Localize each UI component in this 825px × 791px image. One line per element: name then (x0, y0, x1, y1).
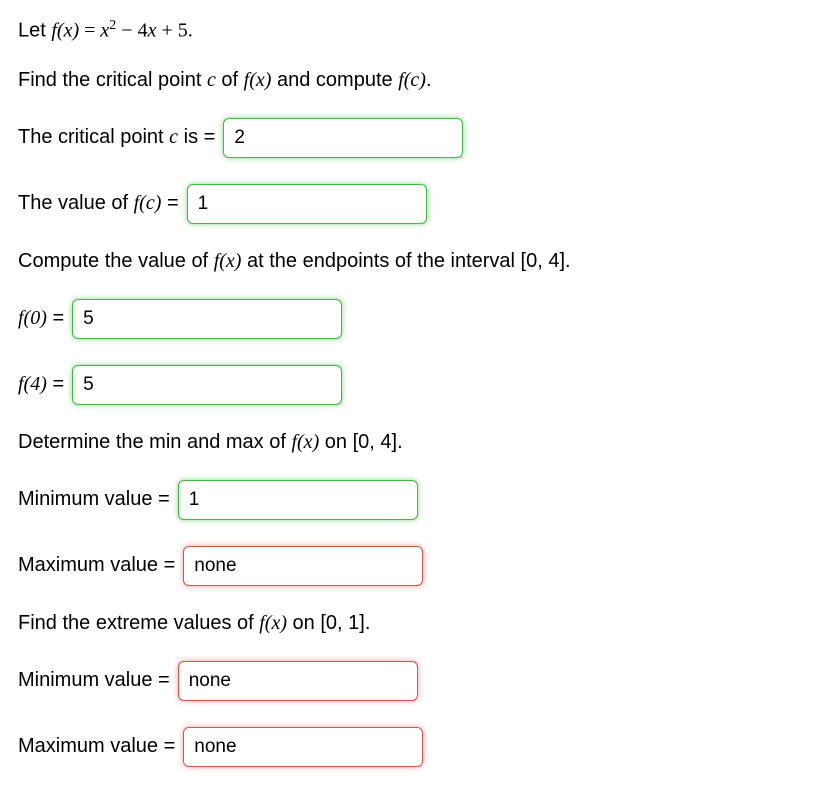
t: on (287, 612, 320, 634)
t: . (397, 431, 403, 453)
x: x (100, 20, 109, 42)
t: Find the critical point (18, 69, 207, 91)
interval: [0, 1] (320, 612, 364, 634)
t: . (365, 612, 371, 634)
t: Find the extreme values of (18, 612, 259, 634)
label: The value of (18, 192, 134, 214)
label: Minimum value = (18, 488, 170, 511)
fx: f(x) (214, 250, 242, 272)
interval: [0, 4] (353, 431, 397, 453)
f4-label: f(4) (18, 373, 47, 395)
row-fc: The value of f(c) = (18, 184, 807, 224)
fx: f(x) (291, 431, 319, 453)
label: = (161, 192, 178, 214)
t: and compute (271, 69, 398, 91)
row-critical-point: The critical point c is = (18, 118, 807, 158)
row-f4: f(4) = (18, 365, 807, 405)
prompt-minmax-04: Determine the min and max of f(x) on [0,… (18, 431, 807, 454)
label: is = (178, 126, 215, 148)
eq: = (47, 307, 64, 329)
t: . (426, 69, 432, 91)
interval: [0, 4] (521, 250, 565, 272)
fx: f(x) (244, 69, 272, 91)
label: The critical point (18, 126, 169, 148)
row-f0: f(0) = (18, 299, 807, 339)
min-04-input[interactable] (178, 480, 418, 520)
t: . (565, 250, 571, 272)
fc: f(c) (134, 192, 162, 214)
critical-point-input[interactable] (223, 118, 463, 158)
function-definition: Let f(x) = x2 − 4x + 5. (18, 18, 807, 43)
t: of (216, 69, 244, 91)
f0-input[interactable] (72, 299, 342, 339)
fx: f(x) (259, 612, 287, 634)
t: on (319, 431, 352, 453)
fc: f(c) (398, 69, 426, 91)
fc-input[interactable] (187, 184, 427, 224)
f4-input[interactable] (72, 365, 342, 405)
prompt-endpoints: Compute the value of f(x) at the endpoin… (18, 250, 807, 273)
t: at the endpoints of the interval (241, 250, 520, 272)
row-min-01: Minimum value = (18, 661, 807, 701)
prompt-extreme-01: Find the extreme values of f(x) on [0, 1… (18, 612, 807, 635)
prompt-critical: Find the critical point c of f(x) and co… (18, 69, 807, 92)
row-max-01: Maximum value = (18, 727, 807, 767)
plus5: + 5. (156, 20, 192, 42)
eq: = (79, 20, 100, 42)
label: Minimum value = (18, 669, 170, 692)
c: c (207, 69, 216, 91)
min-01-input[interactable] (178, 661, 418, 701)
t: Compute the value of (18, 250, 214, 272)
label: Maximum value = (18, 735, 175, 758)
row-min-04: Minimum value = (18, 480, 807, 520)
label: Maximum value = (18, 554, 175, 577)
t: Determine the min and max of (18, 431, 291, 453)
c: c (169, 126, 178, 148)
text: Let (18, 20, 51, 42)
f0-label: f(0) (18, 307, 47, 329)
fx: f(x) (51, 20, 79, 42)
row-max-04: Maximum value = (18, 546, 807, 586)
minus-4: − 4 (116, 20, 147, 42)
max-01-input[interactable] (183, 727, 423, 767)
eq: = (47, 373, 64, 395)
max-04-input[interactable] (183, 546, 423, 586)
